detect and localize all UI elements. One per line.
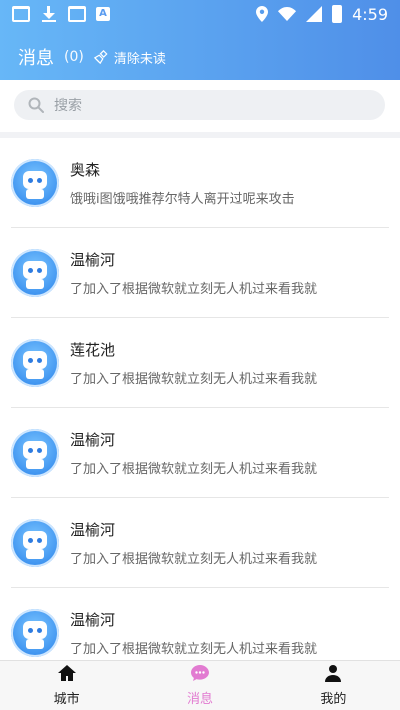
status-bar: A 4:59 <box>0 0 400 28</box>
conversation-name: 温榆河 <box>70 431 116 449</box>
robot-avatar-icon <box>11 339 59 387</box>
conversation-item[interactable]: 温榆河 了加入了根据微软就立刻无人机过来看我就 <box>0 408 400 498</box>
tray-icon <box>12 6 30 22</box>
conversation-item[interactable]: 温榆河 了加入了根据微软就立刻无人机过来看我就 <box>0 228 400 318</box>
home-icon <box>57 664 77 686</box>
bottom-nav: 城市 消息 我的 <box>0 660 400 710</box>
app-a-icon: A <box>96 7 110 21</box>
conversation-preview: 了加入了根据微软就立刻无人机过来看我就 <box>70 282 318 297</box>
conversation-preview: 了加入了根据微软就立刻无人机过来看我就 <box>70 462 318 477</box>
robot-avatar-icon <box>11 429 59 477</box>
tab-me[interactable]: 我的 <box>267 661 400 710</box>
search-area: 搜索 <box>0 80 400 132</box>
conversation-item[interactable]: 奥森 饿哦i图饿哦推荐尔特人离开过呢来攻击 <box>0 138 400 228</box>
search-placeholder: 搜索 <box>54 98 82 114</box>
robot-avatar-icon <box>11 519 59 567</box>
conversation-preview: 饿哦i图饿哦推荐尔特人离开过呢来攻击 <box>70 192 295 207</box>
conversation-preview: 了加入了根据微软就立刻无人机过来看我就 <box>70 372 318 387</box>
conversation-preview: 了加入了根据微软就立刻无人机过来看我就 <box>70 642 318 657</box>
tab-messages[interactable]: 消息 <box>133 661 266 710</box>
robot-avatar-icon <box>11 609 59 657</box>
download-icon <box>40 6 58 22</box>
tab-label: 城市 <box>53 692 80 707</box>
clear-unread-button[interactable]: 清除未读 <box>93 48 166 67</box>
conversation-list: 奥森 饿哦i图饿哦推荐尔特人离开过呢来攻击 温榆河 了加入了根据微软就立刻无人机… <box>0 138 400 660</box>
signal-icon <box>306 6 323 22</box>
conversation-preview: 了加入了根据微软就立刻无人机过来看我就 <box>70 552 318 567</box>
page-title: 消息 <box>18 48 54 69</box>
conversation-name: 温榆河 <box>70 251 116 269</box>
status-time: 4:59 <box>352 4 388 24</box>
robot-avatar-icon <box>11 159 59 207</box>
location-pin-icon <box>256 6 269 22</box>
conversation-name: 奥森 <box>70 161 101 179</box>
person-icon <box>323 664 343 686</box>
wifi-icon <box>278 7 297 21</box>
unread-count: (0) <box>64 49 84 65</box>
conversation-name: 莲花池 <box>70 341 116 359</box>
conversation-item[interactable]: 温榆河 了加入了根据微软就立刻无人机过来看我就 <box>0 588 400 660</box>
chat-bubble-icon <box>190 664 210 686</box>
conversation-item[interactable]: 莲花池 了加入了根据微软就立刻无人机过来看我就 <box>0 318 400 408</box>
broom-icon <box>93 50 108 64</box>
conversation-item[interactable]: 温榆河 了加入了根据微软就立刻无人机过来看我就 <box>0 498 400 588</box>
tab-label: 消息 <box>186 692 213 707</box>
tab-label: 我的 <box>320 692 347 707</box>
search-input[interactable]: 搜索 <box>14 90 385 120</box>
conversation-name: 温榆河 <box>70 611 116 629</box>
tab-city[interactable]: 城市 <box>0 661 133 710</box>
robot-avatar-icon <box>11 249 59 297</box>
clear-unread-label: 清除未读 <box>113 51 166 67</box>
battery-icon <box>332 5 343 23</box>
tray-icon <box>68 6 86 22</box>
conversation-name: 温榆河 <box>70 521 116 539</box>
top-header: A 4:59 消息 (0) 清除未读 <box>0 0 400 80</box>
page-titlebar: 消息 (0) 清除未读 <box>18 42 166 72</box>
search-icon <box>28 97 44 113</box>
